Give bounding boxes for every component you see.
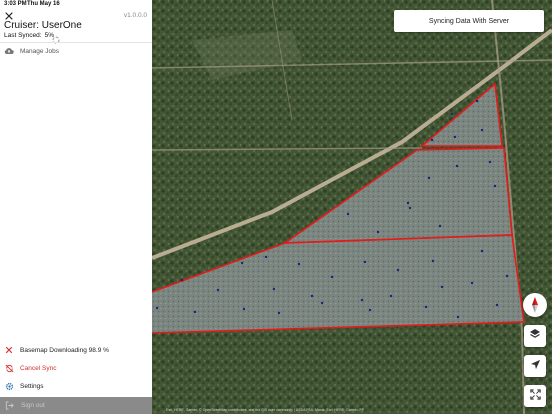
basemap-download-label: Basemap Downloading 98.9 % xyxy=(20,346,109,354)
fullscreen-button[interactable] xyxy=(524,385,546,407)
sync-status-toast: Syncing Data With Server xyxy=(394,10,544,32)
cruiser-title: Cruiser: UserOne xyxy=(4,20,82,31)
close-icon[interactable] xyxy=(4,8,14,20)
cloud-upload-icon xyxy=(4,46,14,56)
satellite-map[interactable] xyxy=(152,0,552,414)
basemap-download-status[interactable]: Basemap Downloading 98.9 % xyxy=(0,343,152,357)
close-icon[interactable] xyxy=(4,345,14,355)
last-synced: Last Synced: 5% xyxy=(4,32,54,39)
sync-spinner-icon xyxy=(52,31,60,44)
sync-off-icon xyxy=(4,363,14,373)
status-date: Thu May 16 xyxy=(27,1,60,7)
settings-label: Settings xyxy=(20,382,44,390)
layers-icon xyxy=(529,327,541,345)
gear-icon xyxy=(4,381,14,391)
fullscreen-icon xyxy=(529,387,541,405)
menu-item-manage-jobs[interactable]: Manage Jobs xyxy=(0,44,152,58)
settings-button[interactable]: Settings xyxy=(0,379,152,393)
sign-out-button[interactable]: Sign out xyxy=(0,397,152,414)
sidebar: 3:03 PM Thu May 16 v1.0.0.0 Cruiser: Use… xyxy=(0,0,153,414)
logout-icon xyxy=(4,401,14,411)
compass-icon[interactable] xyxy=(523,293,547,317)
map-imagery xyxy=(152,0,552,414)
sign-out-label: Sign out xyxy=(21,402,45,409)
cancel-sync-button[interactable]: Cancel Sync xyxy=(0,361,152,375)
map-attribution: Esri, HERE, Garmin, © OpenStreetMap cont… xyxy=(166,408,364,412)
last-synced-label: Last Synced: xyxy=(4,32,42,39)
menu-item-label: Manage Jobs xyxy=(20,47,60,55)
app-version: v1.0.0.0 xyxy=(123,12,147,19)
my-location-button[interactable] xyxy=(524,355,546,377)
layers-button[interactable] xyxy=(524,325,546,347)
cancel-sync-label: Cancel Sync xyxy=(20,364,57,372)
status-time: 3:03 PM xyxy=(4,1,27,7)
location-arrow-icon xyxy=(530,357,541,375)
divider xyxy=(0,42,152,43)
